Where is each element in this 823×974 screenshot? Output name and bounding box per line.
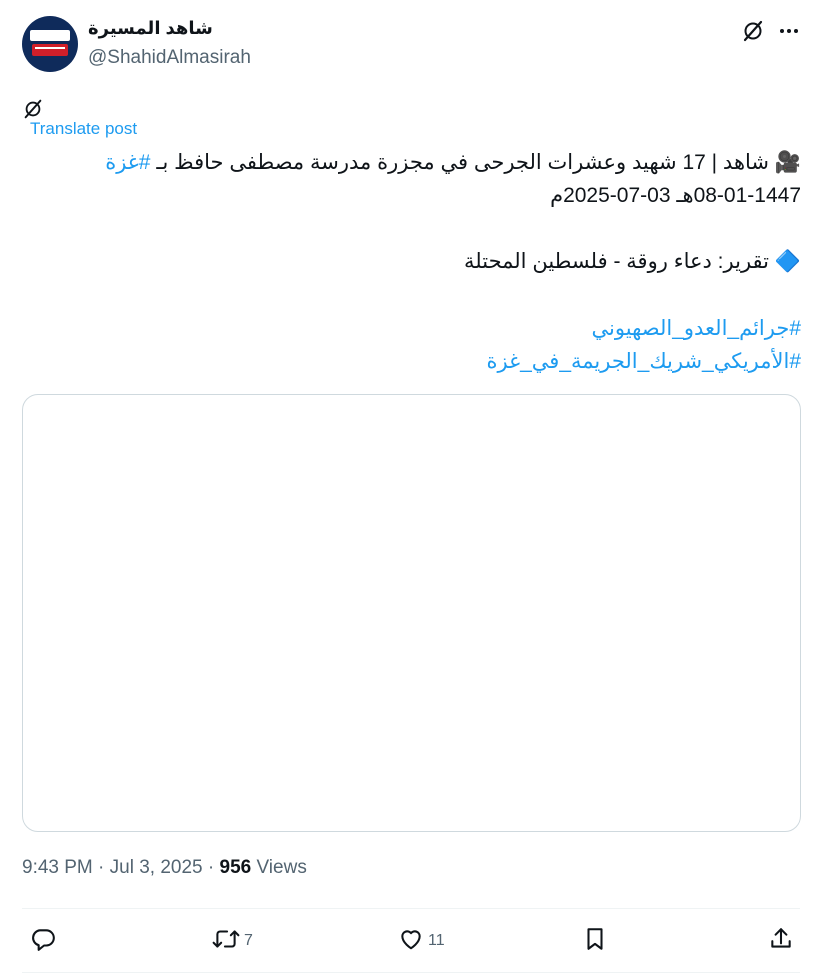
retweet-icon (212, 926, 240, 957)
reply-icon (30, 926, 56, 957)
like-button[interactable]: 11 (398, 928, 445, 954)
views-label: Views (251, 857, 307, 878)
translate-post-link[interactable]: Translate post (30, 119, 137, 139)
media-video[interactable] (22, 394, 801, 832)
author-handle[interactable]: @ShahidAlmasirah (88, 47, 251, 69)
share-icon (768, 926, 794, 957)
post-timestamp[interactable]: 9:43 PM · Jul 3, 2025 · (22, 857, 220, 878)
bookmark-icon (582, 926, 608, 957)
post-line-1-text: 🎥 شاهد | 17 شهيد وعشرات الجرحى في مجزرة … (150, 151, 801, 174)
grok-icon[interactable] (740, 18, 766, 44)
logo-bar-red (32, 44, 68, 56)
post-line-1: 🎥 شاهد | 17 شهيد وعشرات الجرحى في مجزرة … (105, 150, 801, 175)
divider (22, 908, 800, 909)
like-count: 11 (428, 932, 445, 949)
bookmark-button[interactable] (582, 926, 608, 957)
logo-bar-line (35, 47, 65, 49)
post-meta: 9:43 PM · Jul 3, 2025 · 956 Views (22, 857, 307, 879)
more-icon[interactable] (776, 18, 802, 44)
reply-button[interactable] (30, 928, 60, 954)
heart-icon (398, 926, 424, 957)
avatar[interactable] (22, 16, 78, 72)
post-line-3: 🔷 تقرير: دعاء روقة - فلسطين المحتلة (464, 250, 801, 273)
hashtag-american-partner[interactable]: #الأمريكي_شريك_الجريمة_في_غزة (487, 349, 801, 374)
share-button[interactable] (768, 926, 794, 957)
post-line-2: 08-01-1447هـ 03-07-2025م (550, 184, 801, 207)
author-name[interactable]: شاهد المسيرة (88, 18, 213, 39)
views-count: 956 (219, 857, 252, 878)
retweet-count: 7 (244, 932, 253, 949)
hashtag-enemy-crimes[interactable]: #جرائم_العدو_الصهيوني (592, 316, 801, 341)
hashtag-gaza[interactable]: #غزة (105, 151, 150, 174)
retweet-button[interactable]: 7 (212, 928, 253, 954)
divider-bottom (22, 972, 800, 973)
logo-bar-top (30, 30, 70, 41)
